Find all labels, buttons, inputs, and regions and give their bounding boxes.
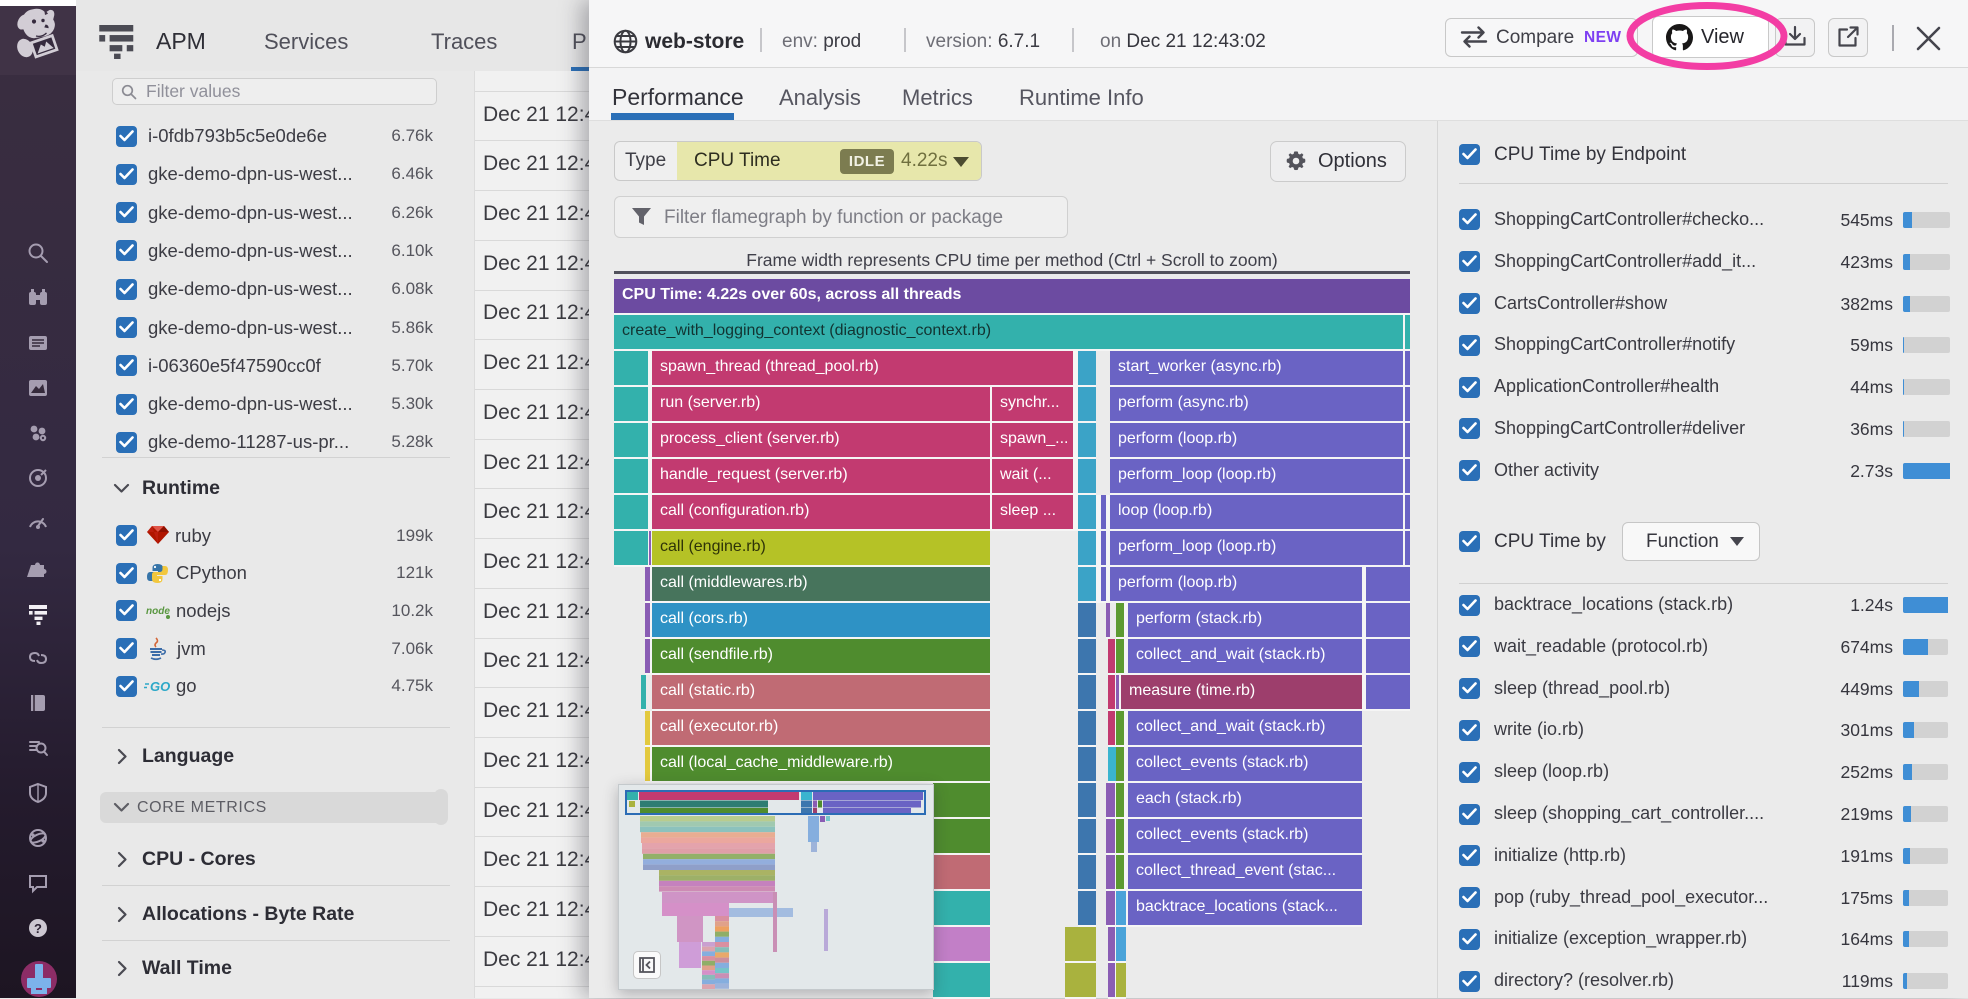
svg-text:?: ? [34,921,42,936]
svg-text:GO: GO [150,679,170,694]
svg-text:node: node [146,606,170,617]
